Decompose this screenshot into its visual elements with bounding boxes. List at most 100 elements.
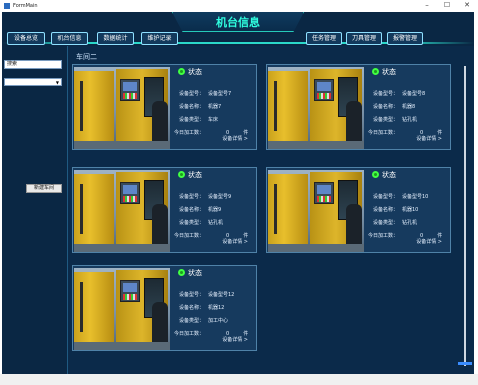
app-icon (4, 3, 10, 9)
device-detail-link[interactable]: 设备详情 > (416, 135, 442, 142)
field-label: 今日加工数： (367, 130, 398, 136)
field-label: 设备类型： (178, 220, 204, 226)
device-detail-link[interactable]: 设备详情 > (222, 135, 248, 142)
machine-card: 状态 设备型号： 设备型号12 设备名称： 机器12 设备类型： 加工中心 今日加工数… (72, 265, 257, 351)
minimize-button[interactable]: – (420, 0, 434, 12)
field-model: 设备型号： 设备型号10 (368, 193, 428, 200)
nav-machine-info[interactable]: 机台信息 (51, 32, 88, 45)
field-type: 设备类型： 钻孔机 (368, 116, 417, 123)
chevron-down-icon: ▼ (55, 80, 59, 85)
field-label: 设备型号： (372, 194, 398, 200)
field-name: 设备名称： 机器12 (174, 304, 224, 311)
field-label: 设备类型： (372, 220, 398, 226)
field-label: 设备名称： (178, 207, 204, 213)
machine-photo (74, 67, 170, 149)
field-label: 今日加工数： (367, 233, 398, 239)
machine-card: 状态 设备型号： 设备型号8 设备名称： 机器8 设备类型： 钻孔机 今日加工数： 0 件… (266, 64, 451, 150)
field-name: 设备名称： 机器8 (368, 103, 415, 110)
window-bottom-bar (0, 374, 478, 385)
app-header: 机台信息 设备总览 机台信息 数据统计 维护记录 任务管理 刀具管理 报警管理 (2, 12, 474, 46)
workshop-select[interactable]: ▼ (4, 78, 62, 86)
field-label: 今日加工数： (173, 130, 204, 136)
field-value: 设备型号9 (208, 194, 232, 200)
close-button[interactable]: ✕ (460, 0, 474, 12)
status-indicator: 状态 (178, 268, 202, 278)
vertical-scrollbar[interactable] (464, 66, 466, 366)
machine-photo (74, 268, 170, 350)
field-value: 机器7 (208, 104, 222, 110)
nav-device-overview[interactable]: 设备总览 (7, 32, 45, 45)
field-value: 加工中心 (208, 318, 229, 324)
device-detail-link[interactable]: 设备详情 > (222, 238, 248, 245)
field-value: 设备型号7 (208, 91, 232, 97)
window-titlebar: FormMain – ☐ ✕ (0, 0, 478, 12)
field-label: 设备型号： (178, 91, 204, 97)
machine-card: 状态 设备型号： 设备型号9 设备名称： 机器9 设备类型： 钻孔机 今日加工数： 0 件… (72, 167, 257, 253)
window-title: FormMain (13, 3, 38, 9)
field-model: 设备型号： 设备型号7 (174, 90, 231, 97)
field-model: 设备型号： 设备型号12 (174, 291, 234, 298)
machine-card: 状态 设备型号： 设备型号7 设备名称： 机器7 设备类型： 车床 今日加工数： 0 件 … (72, 64, 257, 150)
status-indicator: 状态 (178, 170, 202, 180)
page-title: 机台信息 (216, 16, 260, 29)
field-label: 设备型号： (372, 91, 398, 97)
field-value: 钻孔机 (402, 117, 418, 123)
field-label: 设备型号： (178, 194, 204, 200)
nav-task-management[interactable]: 任务管理 (306, 32, 342, 45)
field-label: 设备类型： (178, 117, 204, 123)
nav-tool-management[interactable]: 刀具管理 (346, 32, 382, 45)
field-type: 设备类型： 钻孔机 (174, 219, 223, 226)
machine-photo (74, 170, 170, 252)
device-detail-link[interactable]: 设备详情 > (416, 238, 442, 245)
field-value: 设备型号8 (402, 91, 426, 97)
left-panel: 搜索 ▼ 新建车间 (2, 46, 68, 374)
field-label: 今日加工数： (173, 331, 204, 337)
nav-data-statistics[interactable]: 数据统计 (97, 32, 134, 45)
field-value: 机器9 (208, 207, 222, 213)
field-value: 设备型号10 (402, 194, 429, 200)
status-label: 状态 (188, 171, 202, 179)
field-type: 设备类型： 车床 (174, 116, 218, 123)
status-dot-icon (372, 171, 379, 178)
field-value: 机器8 (402, 104, 416, 110)
status-indicator: 状态 (178, 67, 202, 77)
field-type: 设备类型： 钻孔机 (368, 219, 417, 226)
field-label: 今日加工数： (173, 233, 204, 239)
field-value: 机器12 (208, 305, 225, 311)
field-value: 车床 (208, 117, 219, 123)
status-dot-icon (372, 68, 379, 75)
machine-photo (268, 67, 364, 149)
field-value: 钻孔机 (402, 220, 418, 226)
field-label: 设备类型： (178, 318, 204, 324)
maximize-button[interactable]: ☐ (440, 0, 454, 12)
status-indicator: 状态 (372, 67, 396, 77)
status-indicator: 状态 (372, 170, 396, 180)
field-name: 设备名称： 机器9 (174, 206, 221, 213)
scrollbar-thumb[interactable] (458, 362, 472, 365)
status-dot-icon (178, 269, 185, 276)
field-model: 设备型号： 设备型号8 (368, 90, 425, 97)
status-label: 状态 (382, 171, 396, 179)
field-label: 设备型号： (178, 292, 204, 298)
machine-card: 状态 设备型号： 设备型号10 设备名称： 机器10 设备类型： 钻孔机 今日加工数：… (266, 167, 451, 253)
search-input[interactable]: 搜索 (4, 60, 62, 69)
status-dot-icon (178, 68, 185, 75)
status-dot-icon (178, 171, 185, 178)
field-model: 设备型号： 设备型号9 (174, 193, 231, 200)
workshop-label: 车间二 (76, 53, 97, 61)
field-label: 设备名称： (372, 104, 398, 110)
field-name: 设备名称： 机器7 (174, 103, 221, 110)
nav-maintenance-records[interactable]: 维护记录 (141, 32, 178, 45)
status-label: 状态 (382, 68, 396, 76)
new-workshop-button[interactable]: 新建车间 (26, 184, 62, 193)
device-detail-link[interactable]: 设备详情 > (222, 336, 248, 343)
field-value: 钻孔机 (208, 220, 224, 226)
machine-photo (268, 170, 364, 252)
field-label: 设备类型： (372, 117, 398, 123)
field-label: 设备名称： (372, 207, 398, 213)
status-label: 状态 (188, 68, 202, 76)
field-label: 设备名称： (178, 305, 204, 311)
field-label: 设备名称： (178, 104, 204, 110)
nav-alarm-management[interactable]: 报警管理 (387, 32, 423, 45)
field-value: 设备型号12 (208, 292, 235, 298)
